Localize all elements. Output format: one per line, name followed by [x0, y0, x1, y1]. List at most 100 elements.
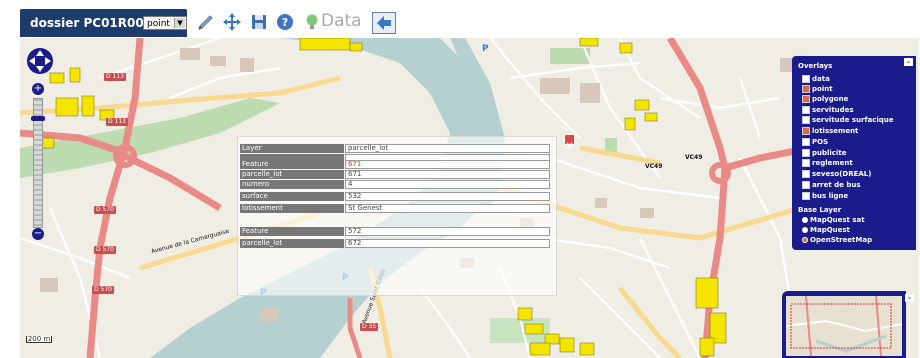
- feature-info-popup: Layer parcelle_lot Feature 671 parcelle_…: [237, 136, 557, 296]
- bulb-icon[interactable]: [302, 12, 322, 32]
- checkbox-checked[interactable]: [802, 95, 810, 103]
- overlay-item-seveso[interactable]: seveso(DREAL): [802, 170, 871, 178]
- scale-bar: 200 m: [26, 335, 52, 343]
- pan-control[interactable]: [25, 46, 53, 80]
- layer-switcher-minimize-button[interactable]: -: [904, 58, 913, 66]
- popup-key: Feature: [240, 227, 344, 236]
- overlay-label: point: [812, 85, 833, 93]
- popup-key: numero: [240, 180, 344, 189]
- popup-key: [240, 216, 344, 225]
- checkbox[interactable]: [802, 75, 810, 83]
- mode-select-value: point: [147, 19, 170, 29]
- save-icon[interactable]: [249, 12, 269, 32]
- overlay-label: arret de bus: [812, 181, 861, 189]
- overview-minimize-button[interactable]: -: [905, 294, 914, 302]
- zoom-out-button[interactable]: −: [32, 228, 44, 240]
- checkbox-checked[interactable]: [802, 85, 810, 93]
- checkbox-checked[interactable]: [802, 127, 810, 135]
- base-layer-openstreetmap[interactable]: OpenStreetMap: [802, 236, 872, 244]
- overlay-item-polygone[interactable]: polygone: [802, 95, 848, 103]
- overlay-label: bus ligne: [812, 192, 849, 200]
- move-icon[interactable]: [222, 12, 242, 32]
- base-layer-label: MapQuest sat: [810, 216, 865, 224]
- pen-icon[interactable]: [196, 12, 216, 32]
- popup-key: surface: [240, 192, 344, 201]
- svg-text:?: ?: [282, 16, 288, 29]
- base-layer-title: Base Layer: [798, 206, 842, 214]
- popup-value: 671: [345, 160, 550, 169]
- road-label: VC49: [685, 154, 703, 161]
- popup-key: lotissement: [240, 204, 344, 213]
- base-layer-mapquest-sat[interactable]: MapQuest sat: [802, 216, 865, 224]
- overlay-item-pos[interactable]: POS: [802, 138, 828, 146]
- base-layer-label: MapQuest: [810, 226, 850, 234]
- layer-switcher: Overlays data point polygone servitudes …: [792, 56, 916, 250]
- popup-key: Layer: [240, 144, 344, 153]
- checkbox[interactable]: [802, 170, 810, 178]
- checkbox[interactable]: [802, 138, 810, 146]
- overlay-item-bus-ligne[interactable]: bus ligne: [802, 192, 848, 200]
- popup-value: 671: [345, 170, 550, 179]
- overlays-title: Overlays: [798, 62, 833, 70]
- help-icon[interactable]: ?: [275, 12, 295, 32]
- overview-map[interactable]: [782, 291, 906, 358]
- popup-value: 532: [345, 192, 550, 201]
- checkbox[interactable]: [802, 116, 810, 124]
- overlay-item-lotissement[interactable]: lotissement: [802, 127, 858, 135]
- overlay-item-servitudes[interactable]: servitudes: [802, 106, 854, 114]
- overlay-label: publicite: [812, 149, 847, 157]
- popup-value: parcelle_lot: [345, 144, 550, 153]
- overlay-label: polygone: [812, 95, 849, 103]
- road-label: D 570: [92, 286, 114, 294]
- overlay-label: seveso(DREAL): [812, 170, 872, 178]
- checkbox[interactable]: [802, 192, 810, 200]
- chevron-down-icon: ▼: [174, 18, 185, 28]
- radio-selected[interactable]: [802, 237, 808, 243]
- popup-value: 672: [345, 239, 550, 248]
- road-label: D 113: [106, 118, 128, 126]
- overlay-item-servitude-surfacique[interactable]: servitude surfacique: [802, 116, 894, 124]
- base-layer-mapquest[interactable]: MapQuest: [802, 226, 850, 234]
- overview-map-canvas[interactable]: [786, 296, 902, 356]
- road-label: VC49: [645, 163, 663, 170]
- overlay-label: data: [812, 75, 830, 83]
- base-layer-label: OpenStreetMap: [810, 236, 873, 244]
- checkbox[interactable]: [802, 159, 810, 167]
- overlay-item-point[interactable]: point: [802, 85, 833, 93]
- overlay-label: reglement: [812, 159, 853, 167]
- checkbox[interactable]: [802, 181, 810, 189]
- popup-value: St Genest: [345, 204, 550, 213]
- road-label: D 35: [360, 323, 379, 331]
- popup-value: 4: [345, 180, 550, 189]
- road-label: D 113: [104, 73, 126, 81]
- overlay-item-data[interactable]: data: [802, 75, 830, 83]
- toolbar: dossier PC01R002101 point ▼ ? Data: [0, 0, 920, 40]
- zoom-slider-handle[interactable]: [31, 116, 45, 121]
- popup-value: [345, 216, 550, 225]
- popup-key: parcelle_lot: [240, 239, 344, 248]
- road-label: D 570: [94, 206, 116, 214]
- overlay-label: POS: [812, 138, 829, 146]
- back-arrow-icon: [377, 16, 391, 30]
- road-label: D 570: [94, 246, 116, 254]
- mode-select[interactable]: point ▼: [143, 16, 187, 30]
- radio[interactable]: [802, 227, 808, 233]
- checkbox[interactable]: [802, 149, 810, 157]
- checkbox[interactable]: [802, 106, 810, 114]
- data-label[interactable]: Data: [321, 11, 362, 31]
- back-button[interactable]: [372, 12, 396, 34]
- overlay-item-publicite[interactable]: publicite: [802, 149, 846, 157]
- popup-key: Feature: [240, 160, 344, 169]
- overlay-label: servitude surfacique: [812, 116, 894, 124]
- radio[interactable]: [802, 217, 808, 223]
- zoom-in-button[interactable]: +: [32, 83, 44, 95]
- close-icon: [566, 142, 573, 149]
- overlay-item-arret-de-bus[interactable]: arret de bus: [802, 181, 861, 189]
- popup-close-button[interactable]: [564, 134, 575, 149]
- overlay-item-reglement[interactable]: reglement: [802, 159, 853, 167]
- parking-icon: P: [482, 44, 489, 54]
- overlay-label: lotissement: [812, 127, 859, 135]
- popup-value: 572: [345, 227, 550, 236]
- popup-key: parcelle_lot: [240, 170, 344, 179]
- overlay-label: servitudes: [812, 106, 854, 114]
